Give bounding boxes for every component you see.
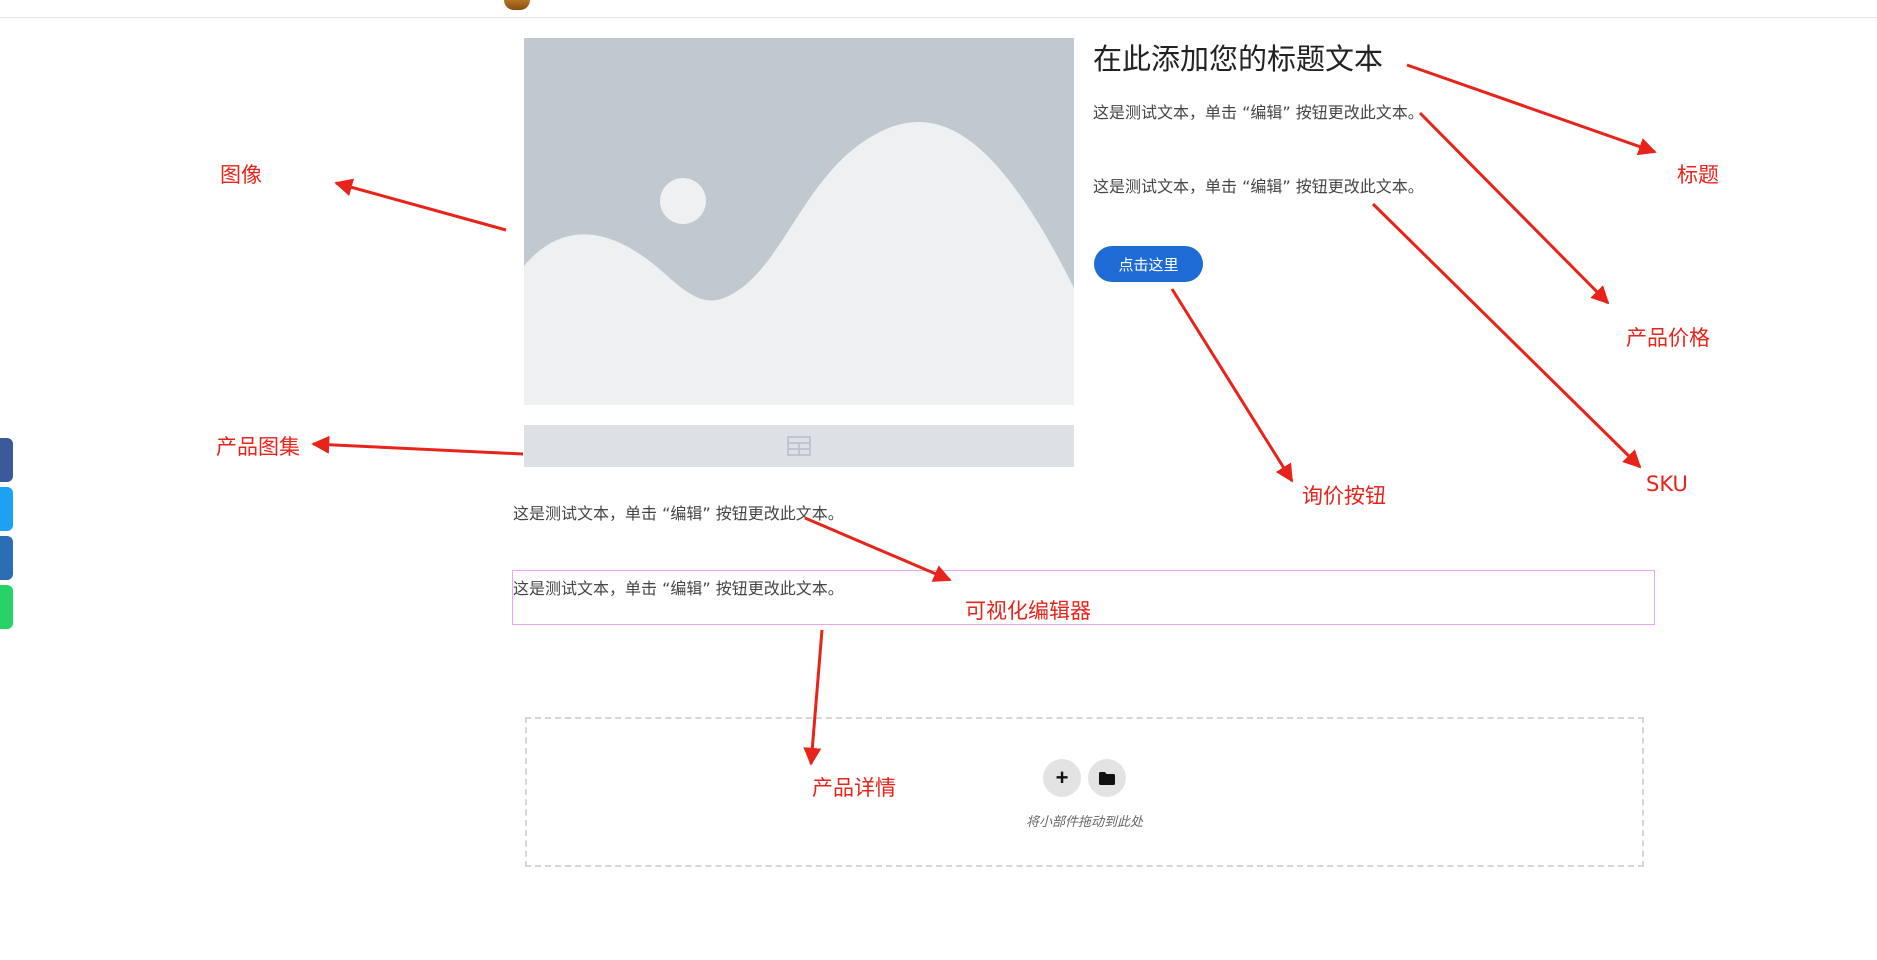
template-library-button[interactable]: [1088, 759, 1126, 797]
site-logo-icon[interactable]: [504, 0, 530, 10]
gallery-icon: [787, 436, 811, 456]
product-price-text[interactable]: 这是测试文本，单击 “编辑” 按钮更改此文本。: [1093, 99, 1424, 123]
twitter-share-button[interactable]: [0, 487, 13, 531]
image-placeholder-icon: [524, 38, 1074, 405]
annotation-editor: 可视化编辑器: [965, 599, 1091, 623]
annotation-price: 产品价格: [1626, 326, 1710, 350]
folder-icon: [1099, 771, 1115, 785]
product-gallery[interactable]: [524, 425, 1074, 467]
add-widget-button[interactable]: +: [1043, 759, 1081, 797]
arrow-image: [334, 178, 507, 232]
product-title[interactable]: 在此添加您的标题文本: [1093, 36, 1383, 78]
facebook-share-button[interactable]: [0, 438, 13, 482]
plus-icon: +: [1055, 765, 1069, 790]
annotation-sku: SKU: [1646, 472, 1688, 496]
annotation-gallery: 产品图集: [216, 435, 300, 459]
product-image[interactable]: [524, 38, 1074, 405]
arrow-gallery: [311, 435, 524, 456]
product-sku-text[interactable]: 这是测试文本，单击 “编辑” 按钮更改此文本。: [1093, 173, 1424, 197]
arrow-sku: [1371, 202, 1642, 469]
annotation-inquiry-button: 询价按钮: [1302, 484, 1386, 508]
annotation-title: 标题: [1677, 163, 1719, 187]
inquiry-button[interactable]: 点击这里: [1094, 246, 1203, 282]
product-details-drop-zone[interactable]: + 将小部件拖动到此处: [525, 717, 1644, 867]
arrow-price: [1418, 111, 1610, 305]
whatsapp-share-button[interactable]: [0, 585, 13, 629]
drop-hint-text: 将小部件拖动到此处: [1025, 815, 1143, 830]
page: 在此添加您的标题文本 这是测试文本，单击 “编辑” 按钮更改此文本。 这是测试文…: [0, 0, 1877, 960]
annotation-image: 图像: [220, 163, 262, 187]
top-bar: [0, 0, 1877, 18]
arrow-title: [1406, 63, 1657, 156]
linkedin-share-button[interactable]: [0, 536, 13, 580]
arrow-inquiry: [1170, 288, 1294, 483]
annotation-details: 产品详情: [812, 776, 896, 800]
content-text[interactable]: 这是测试文本，单击 “编辑” 按钮更改此文本。: [513, 500, 844, 524]
editor-text[interactable]: 这是测试文本，单击 “编辑” 按钮更改此文本。: [513, 575, 844, 599]
